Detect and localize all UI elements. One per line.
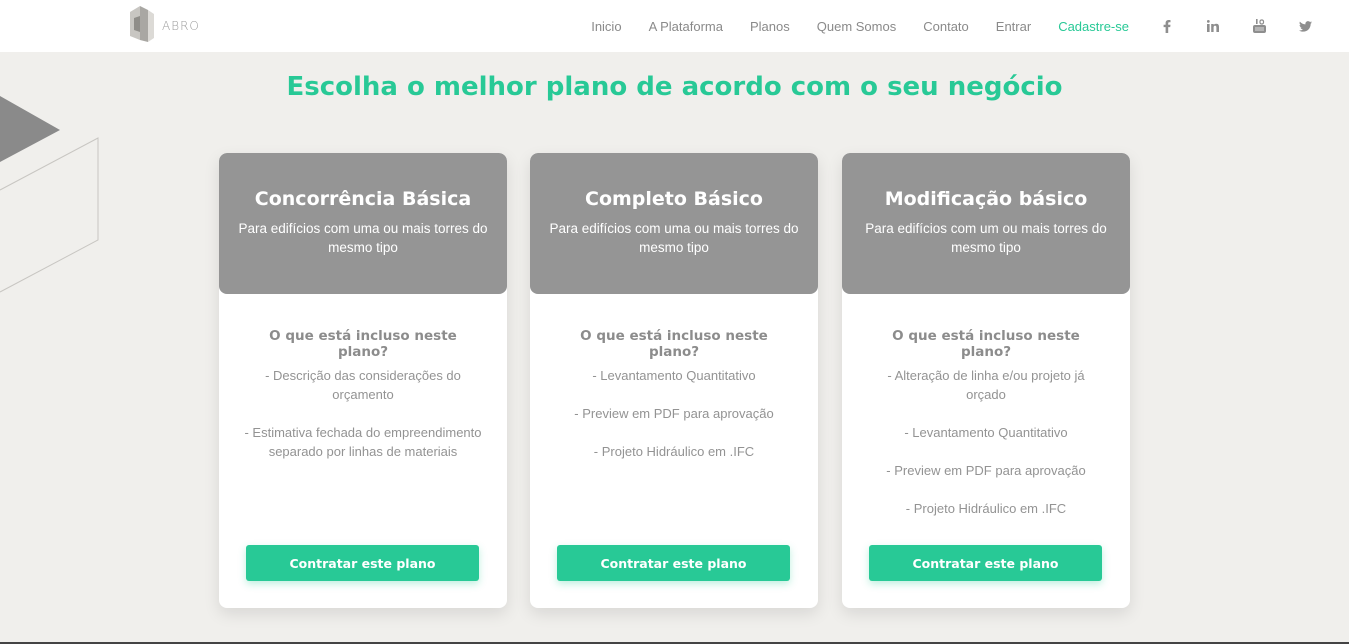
nav-contato[interactable]: Contato: [923, 19, 969, 34]
nav-cadastre-se[interactable]: Cadastre-se: [1058, 19, 1129, 34]
plan-card-concorrencia-basica: Concorrência Básica Para edifícios com u…: [219, 153, 507, 608]
plan-feature: - Projeto Hidráulico em .IFC: [593, 444, 755, 459]
linkedin-icon[interactable]: [1205, 18, 1221, 34]
top-navbar: ABRO Inicio A Plataforma Planos Quem Som…: [0, 0, 1349, 52]
facebook-icon[interactable]: [1159, 18, 1175, 34]
plan-includes-title: O que está incluso neste plano?: [269, 328, 457, 360]
nav-inicio[interactable]: Inicio: [591, 19, 621, 34]
plan-card-header: Completo Básico Para edifícios com uma o…: [530, 153, 818, 294]
nav-quem-somos[interactable]: Quem Somos: [817, 19, 896, 34]
contratar-plano-button[interactable]: Contratar este plano: [246, 545, 479, 581]
nav-planos[interactable]: Planos: [750, 19, 790, 34]
plan-title: Modificação básico: [884, 188, 1088, 210]
contratar-plano-button[interactable]: Contratar este plano: [869, 545, 1102, 581]
plan-title: Completo Básico: [585, 188, 763, 210]
nav-entrar[interactable]: Entrar: [996, 19, 1031, 34]
plan-includes-title: O que está incluso neste plano?: [580, 328, 768, 360]
plan-card-completo-basico: Completo Básico Para edifícios com uma o…: [530, 153, 818, 608]
plan-card-modificacao-basico: Modificação básico Para edifícios com um…: [842, 153, 1130, 608]
plan-card-body: O que está incluso neste plano? - Descri…: [219, 294, 507, 461]
plan-feature: - Preview em PDF para aprovação: [886, 463, 1086, 478]
background-decoration-icon: [0, 96, 99, 293]
plan-subtitle: Para edifícios com uma ou mais torres do…: [238, 221, 488, 255]
page-heading: Escolha o melhor plano de acordo com o s…: [286, 72, 1063, 102]
plan-includes-title: O que está incluso neste plano?: [892, 328, 1080, 360]
youtube-icon[interactable]: [1251, 18, 1267, 34]
plan-subtitle: Para edifícios com uma ou mais torres do…: [549, 221, 799, 255]
twitter-icon[interactable]: [1297, 18, 1313, 34]
plan-feature: - Descrição das considerações do orçamen…: [265, 368, 461, 402]
plan-feature: - Levantamento Quantitativo: [592, 368, 756, 383]
plan-feature: - Preview em PDF para aprovação: [574, 406, 774, 421]
nav-a-plataforma[interactable]: A Plataforma: [649, 19, 723, 34]
plan-feature: - Estimativa fechada do empreendimento s…: [244, 425, 482, 459]
plan-feature: - Projeto Hidráulico em .IFC: [905, 501, 1067, 516]
plan-feature: - Alteração de linha e/ou projeto já orç…: [887, 368, 1085, 402]
main-nav: Inicio A Plataforma Planos Quem Somos Co…: [564, 0, 1313, 52]
plan-feature: - Levantamento Quantitativo: [904, 425, 1068, 440]
plan-subtitle: Para edifícios com um ou mais torres do …: [865, 221, 1107, 255]
plan-card-body: O que está incluso neste plano? - Levant…: [530, 294, 818, 461]
plan-title: Concorrência Básica: [254, 188, 472, 210]
contratar-plano-button[interactable]: Contratar este plano: [557, 545, 790, 581]
logo-text: ABRO: [162, 19, 200, 33]
plan-card-header: Concorrência Básica Para edifícios com u…: [219, 153, 507, 294]
plan-card-header: Modificação básico Para edifícios com um…: [842, 153, 1130, 294]
plan-card-body: O que está incluso neste plano? - Altera…: [842, 294, 1130, 518]
